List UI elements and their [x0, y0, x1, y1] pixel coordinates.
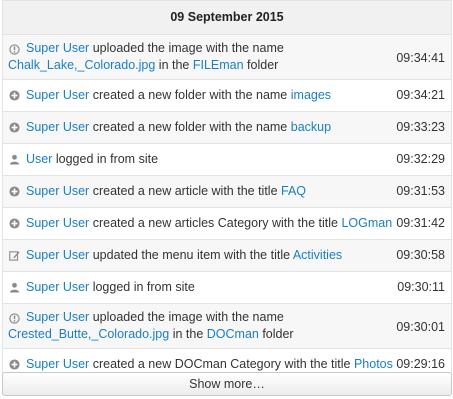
user-icon [8, 153, 20, 165]
activity-text: Super User created a new article with th… [26, 176, 386, 207]
actor-link[interactable]: Super User [26, 88, 89, 102]
action-text: created a new article with the title [89, 184, 281, 198]
actor-link[interactable]: Super User [26, 216, 89, 230]
activity-row: Super User created a new article with th… [3, 176, 451, 208]
actor-link[interactable]: Super User [26, 248, 89, 262]
edit-icon [8, 249, 20, 261]
activity-row: Super User created a new articles Catego… [3, 208, 451, 240]
actor-link[interactable]: Super User [26, 310, 89, 324]
location-suffix: folder [258, 327, 294, 341]
plus-icon [8, 89, 20, 101]
target-link[interactable]: Photos [354, 357, 393, 371]
user-icon [8, 281, 20, 293]
activity-text: Super User created a new articles Catego… [26, 208, 392, 239]
action-text: logged in from site [89, 280, 195, 294]
actor-link[interactable]: User [26, 152, 52, 166]
action-text: logged in from site [52, 152, 159, 166]
plus-icon [8, 185, 20, 197]
action-text: created a new folder with the name [89, 120, 291, 134]
activity-row: Super User created a new folder with the… [3, 112, 451, 144]
actor-link[interactable]: Super User [26, 280, 89, 294]
activity-row: Super User uploaded the image with the n… [3, 304, 451, 349]
plus-icon [8, 358, 20, 370]
activity-row: Super User updated the menu item with th… [3, 240, 451, 272]
target-link[interactable]: LOGman [341, 216, 392, 230]
activity-time: 09:31:42 [396, 216, 445, 230]
location-link[interactable]: FILEman [193, 58, 244, 72]
action-text: created a new articles Category with the… [89, 216, 342, 230]
activity-row: Super User created a new folder with the… [3, 80, 451, 112]
target-link[interactable]: Crested_Butte,_Colorado.jpg [8, 327, 169, 341]
target-link[interactable]: FAQ [281, 184, 306, 198]
actor-link[interactable]: Super User [26, 41, 89, 55]
location-link[interactable]: DOCman [207, 327, 259, 341]
activity-time: 09:34:21 [396, 88, 445, 102]
activity-row: Super User logged in from site 09:30:11 [3, 272, 451, 304]
activity-text: Super User uploaded the image with the n… [8, 309, 388, 343]
activity-table: 09 September 2015 Super User uploaded th… [2, 0, 452, 381]
target-link[interactable]: images [291, 88, 331, 102]
action-text: updated the menu item with the title [89, 248, 293, 262]
activity-text: Super User created a new folder with the… [26, 80, 386, 111]
activity-time: 09:31:53 [396, 184, 445, 198]
activity-time: 09:30:11 [397, 280, 445, 294]
activity-row: User logged in from site 09:32:29 [3, 144, 451, 176]
activity-text: Super User updated the menu item with th… [26, 240, 386, 271]
plus-icon [8, 217, 20, 229]
location-prefix: in the [169, 327, 207, 341]
actor-link[interactable]: Super User [26, 184, 89, 198]
date-header: 09 September 2015 [3, 1, 451, 35]
activity-text: Super User created a new folder with the… [26, 112, 386, 143]
activity-text: Super User uploaded the image with the n… [8, 40, 388, 74]
action-text: uploaded the image with the name [89, 41, 284, 55]
activity-time: 09:32:29 [396, 152, 445, 166]
target-link[interactable]: Chalk_Lake,_Colorado.jpg [8, 58, 155, 72]
target-link[interactable]: backup [291, 120, 331, 134]
activity-row: Super User uploaded the image with the n… [3, 35, 451, 80]
activity-time: 09:33:23 [396, 120, 445, 134]
activity-text: Super User logged in from site [26, 272, 386, 303]
activity-time: 09:34:41 [396, 51, 445, 65]
actor-link[interactable]: Super User [26, 120, 89, 134]
activity-text: User logged in from site [26, 144, 386, 175]
activity-list: Super User uploaded the image with the n… [3, 35, 451, 381]
plus-icon [8, 121, 20, 133]
target-link[interactable]: Activities [293, 248, 342, 262]
location-prefix: in the [155, 58, 193, 72]
activity-time: 09:30:01 [396, 320, 445, 334]
activity-time: 09:30:58 [396, 248, 445, 262]
action-text: uploaded the image with the name [89, 310, 284, 324]
action-text: created a new folder with the name [89, 88, 291, 102]
action-text: created a new DOCman Category with the t… [89, 357, 354, 371]
show-more-button[interactable]: Show more… [2, 372, 452, 396]
actor-link[interactable]: Super User [26, 357, 89, 371]
location-suffix: folder [243, 58, 279, 72]
